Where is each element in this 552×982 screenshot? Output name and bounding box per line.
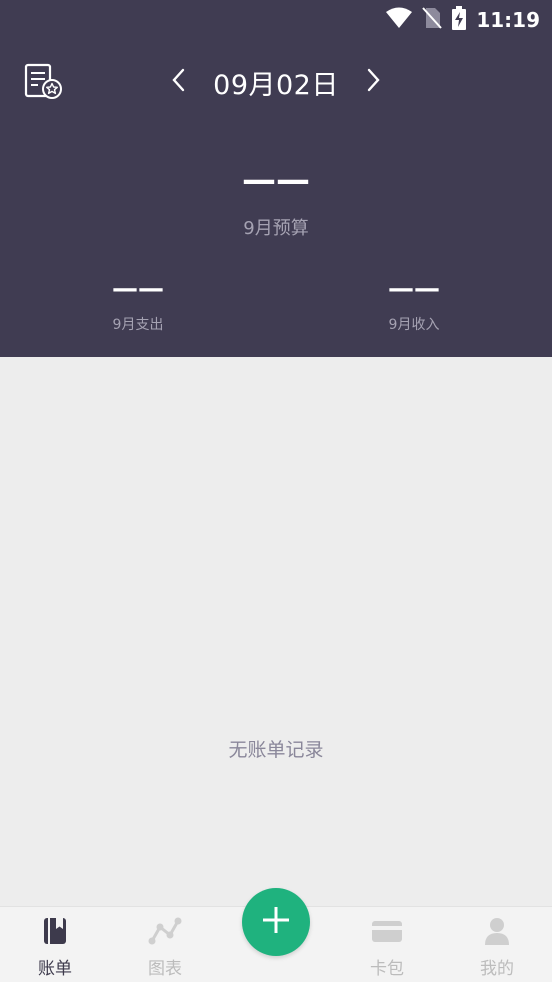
tab-bills-label: 账单 [38, 959, 72, 979]
income-summary: —— 9月收入 [276, 272, 552, 334]
add-bill-button[interactable] [242, 888, 310, 956]
wifi-icon [386, 7, 413, 33]
status-bar: 11:19 [386, 6, 540, 34]
current-date[interactable]: 09月02日 [213, 63, 339, 102]
tab-wallet-label: 卡包 [370, 959, 404, 979]
next-day-button[interactable] [365, 68, 381, 96]
expense-summary: —— 9月支出 [0, 272, 276, 334]
tab-charts-label: 图表 [148, 959, 182, 979]
tab-profile-label: 我的 [480, 959, 514, 979]
tab-profile[interactable]: 我的 [442, 907, 552, 982]
tab-wallet[interactable]: 卡包 [332, 907, 442, 982]
empty-state-text: 无账单记录 [228, 739, 324, 761]
income-label: 9月收入 [388, 317, 440, 333]
no-sim-icon [422, 7, 443, 33]
budget-label: 9月预算 [243, 218, 309, 239]
income-value: —— [388, 274, 440, 304]
battery-charging-icon [452, 6, 467, 34]
prev-day-button[interactable] [171, 68, 187, 96]
expense-label: 9月支出 [112, 317, 164, 333]
budget-value[interactable]: —— [0, 160, 552, 200]
tab-charts[interactable]: 图表 [110, 907, 220, 982]
header: 11:19 09月02日 —— 9月预算 —— 9月支出 —— 9月收入 [0, 0, 552, 357]
date-navigator: 09月02日 [0, 60, 552, 104]
card-icon [371, 917, 403, 949]
tab-bills[interactable]: 账单 [0, 907, 110, 982]
chart-icon [148, 917, 182, 949]
status-time: 11:19 [476, 8, 540, 32]
plus-icon [261, 905, 291, 939]
expense-value: —— [112, 274, 164, 304]
book-icon [42, 917, 68, 949]
user-icon [483, 917, 511, 949]
